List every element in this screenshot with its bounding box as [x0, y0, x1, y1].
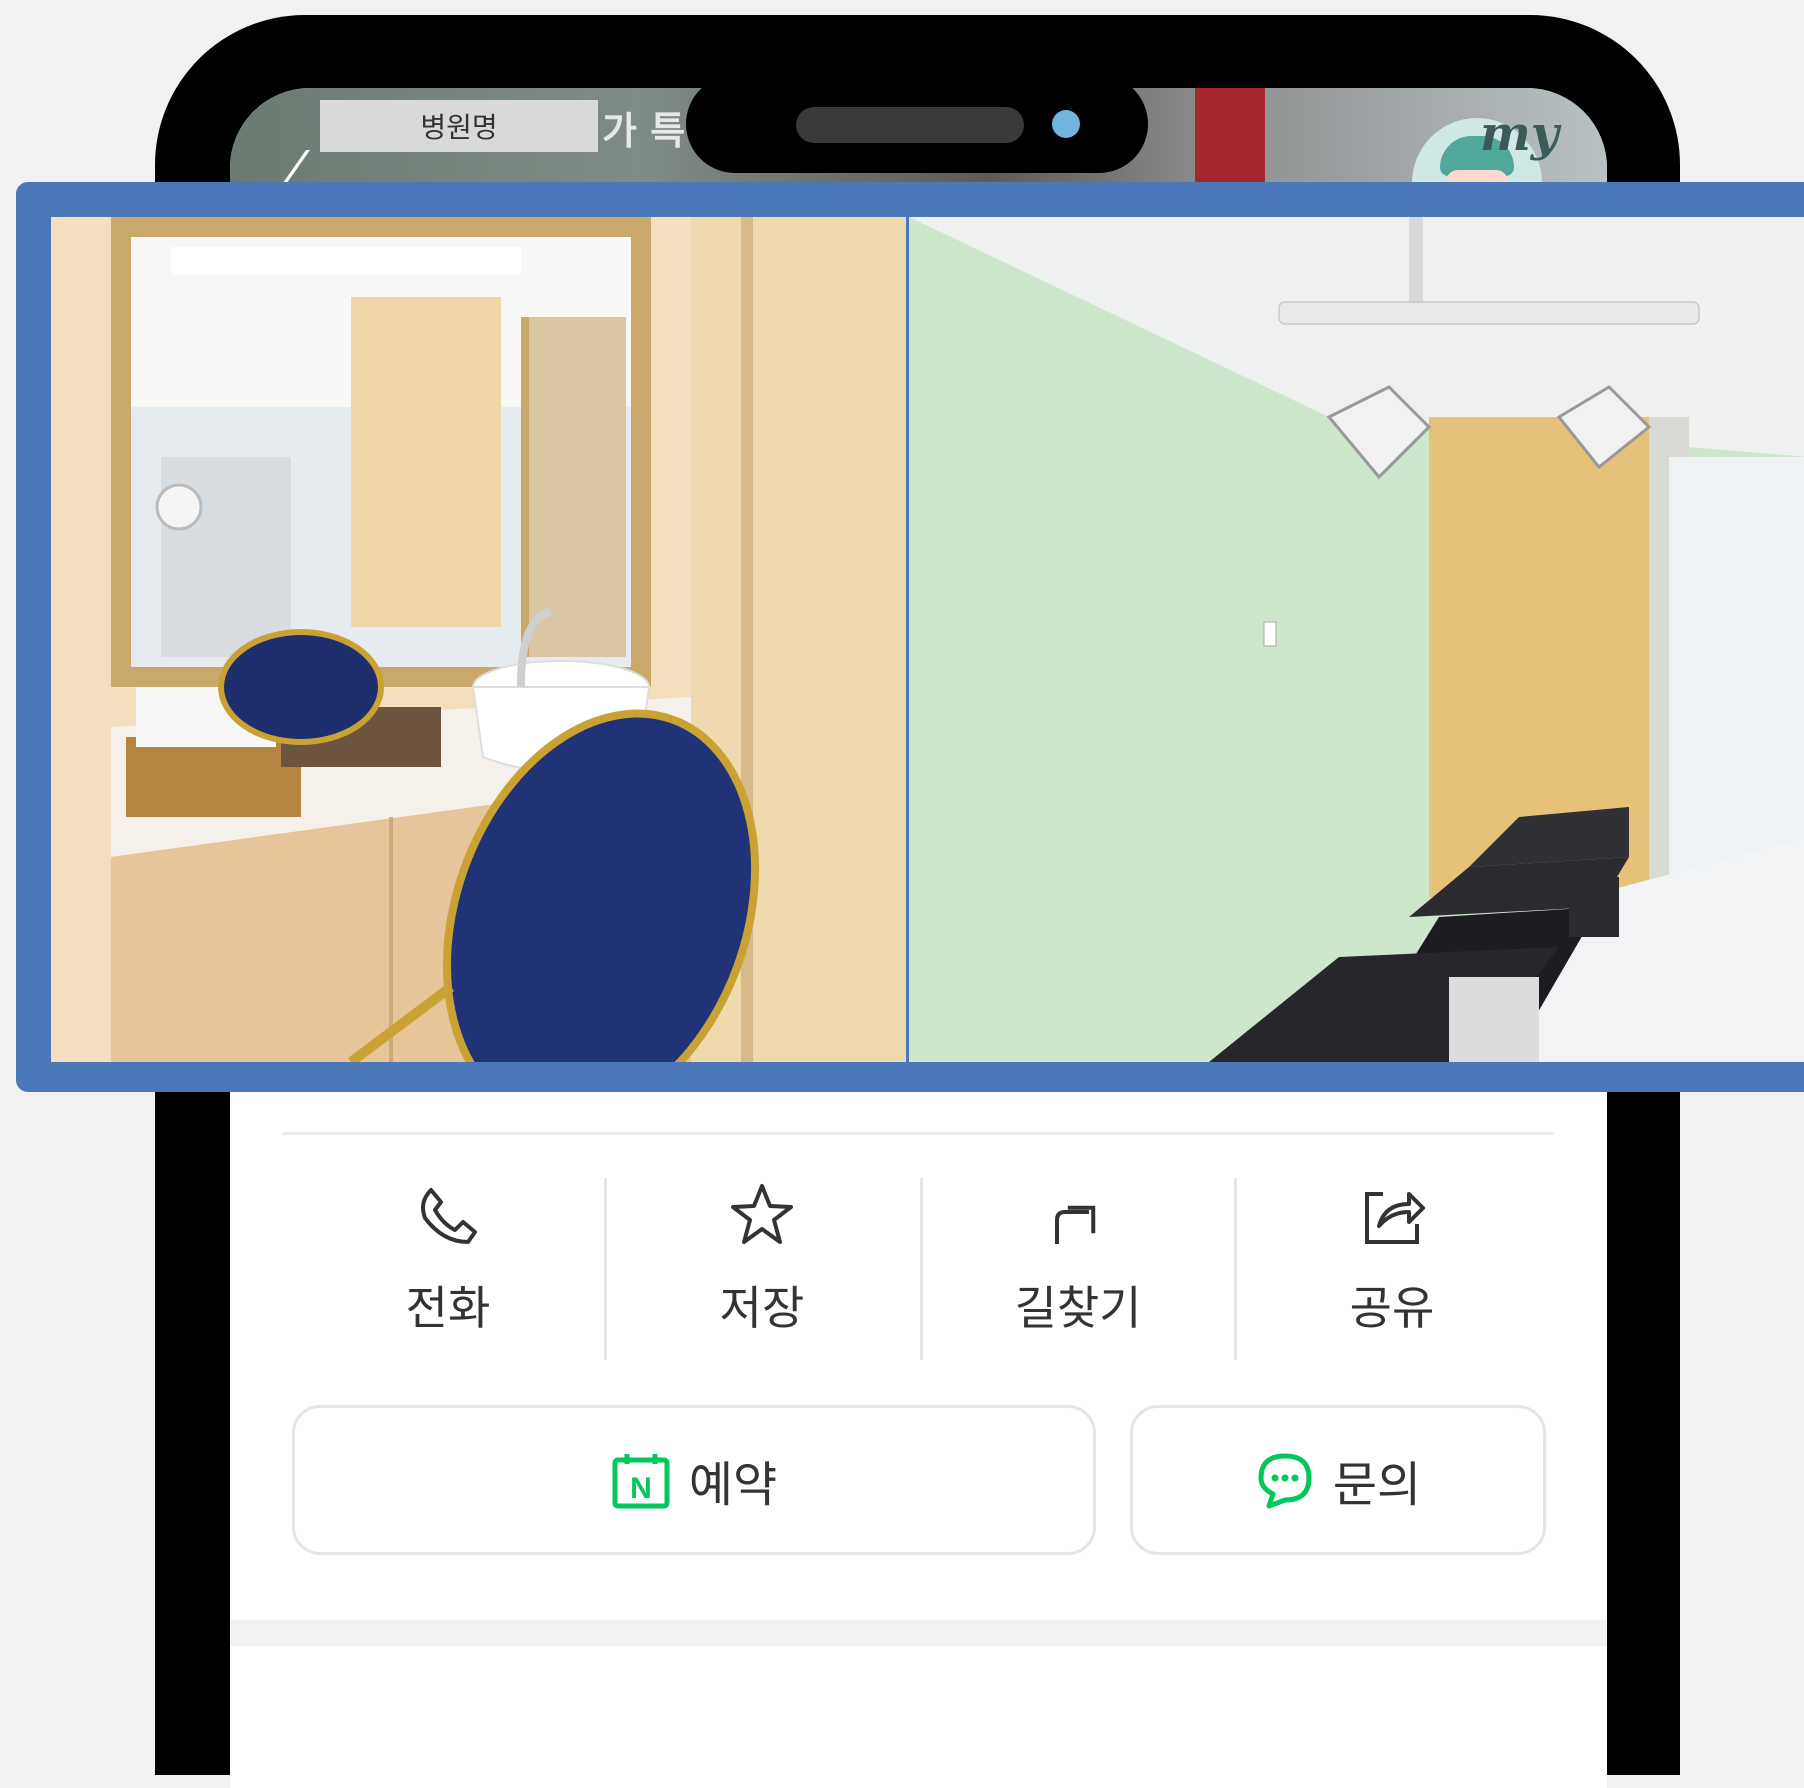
- phone-speaker: [796, 107, 1024, 143]
- section-gap: [230, 1620, 1607, 1646]
- inquiry-button[interactable]: 문의: [1130, 1405, 1546, 1555]
- share-action[interactable]: 공유: [1242, 1180, 1542, 1360]
- save-action[interactable]: 저장: [612, 1180, 912, 1360]
- naver-booking-icon: N: [612, 1454, 670, 1509]
- star-icon: [731, 1184, 793, 1244]
- call-action[interactable]: 전화: [298, 1180, 598, 1360]
- section-divider: [282, 1132, 1554, 1135]
- hospital-name-tag: 병원명: [320, 100, 598, 152]
- save-label: 저장: [719, 1281, 805, 1335]
- inquiry-label: 문의: [1332, 1457, 1422, 1513]
- reserve-label: 예약: [688, 1457, 778, 1513]
- directions-arrow-icon: [1055, 1205, 1096, 1244]
- directions-action[interactable]: 길찾기: [928, 1180, 1228, 1360]
- reserve-button[interactable]: N 예약: [292, 1405, 1096, 1555]
- treatment-room-photo[interactable]: [909, 217, 1804, 1062]
- share-label: 공유: [1349, 1281, 1435, 1335]
- phone-icon: [421, 1188, 477, 1244]
- directions-label: 길찾기: [1014, 1281, 1142, 1335]
- chat-bubble-icon: [1258, 1453, 1312, 1509]
- action-separator: [920, 1178, 923, 1360]
- treatment-room-illustration: [909, 217, 1804, 1062]
- my-page-label[interactable]: my: [1480, 106, 1559, 162]
- banner-title: 가 특: [602, 109, 686, 153]
- naver-badge-text: N: [630, 1472, 652, 1505]
- phone-camera: [1052, 110, 1080, 138]
- powder-room-photo[interactable]: [51, 217, 906, 1062]
- action-separator: [604, 1178, 607, 1360]
- share-icon: [1365, 1192, 1425, 1244]
- action-separator: [1234, 1178, 1237, 1360]
- photo-gallery-overlay: [16, 182, 1804, 1092]
- powder-room-illustration: [51, 217, 906, 1062]
- call-label: 전화: [405, 1281, 491, 1335]
